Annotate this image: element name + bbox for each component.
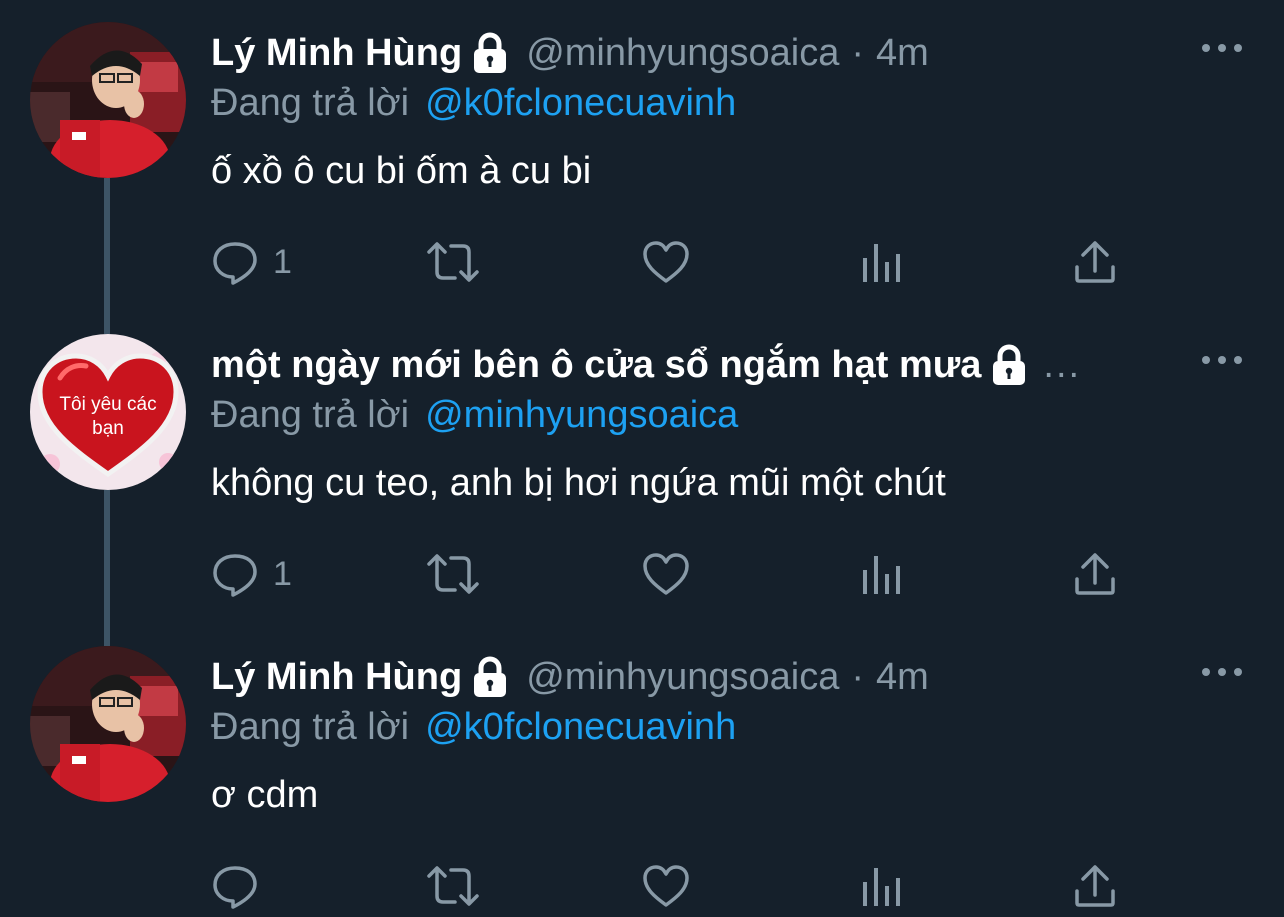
- display-name[interactable]: Lý Minh Hùng: [211, 26, 462, 80]
- timestamp[interactable]: 4m: [876, 650, 929, 704]
- share-button[interactable]: [1073, 544, 1117, 604]
- tweet[interactable]: Lý Minh Hùng @minhyungsoaica · 4m Đang t…: [0, 0, 1284, 312]
- lock-icon: [470, 656, 510, 698]
- retweet-icon: [427, 866, 479, 906]
- tweet-actions: [211, 856, 1131, 916]
- retweet-button[interactable]: [425, 544, 481, 604]
- replying-to-label: Đang trả lời: [211, 706, 410, 748]
- avatar-photo: [30, 646, 186, 802]
- retweet-button[interactable]: [425, 232, 481, 292]
- truncated-handle: ...: [1043, 344, 1082, 386]
- share-icon: [1075, 865, 1115, 907]
- analytics-icon: [863, 556, 900, 594]
- reply-icon: [213, 242, 257, 285]
- reply-button[interactable]: 1: [211, 544, 292, 604]
- replying-to-handle[interactable]: @k0fclonecuavinh: [425, 82, 736, 124]
- analytics-icon: [863, 868, 900, 906]
- retweet-icon: [427, 554, 479, 594]
- share-button[interactable]: [1073, 232, 1117, 292]
- replying-to: Đang trả lời @k0fclonecuavinh: [211, 700, 736, 754]
- avatar[interactable]: Tôi yêu các bạn: [30, 334, 186, 490]
- avatar-heart-image: Tôi yêu các bạn: [30, 334, 186, 490]
- avatar-caption-line2: bạn: [92, 418, 124, 439]
- more-options-icon[interactable]: [1200, 348, 1244, 372]
- tweet-thread: Lý Minh Hùng @minhyungsoaica · 4m Đang t…: [0, 0, 1284, 917]
- analytics-button[interactable]: [861, 232, 901, 292]
- retweet-icon: [427, 242, 479, 282]
- reply-button[interactable]: 1: [211, 232, 292, 292]
- tweet-actions: 1: [211, 544, 1131, 604]
- user-handle[interactable]: @minhyungsoaica: [526, 650, 839, 704]
- like-icon: [643, 553, 689, 595]
- lock-icon: [470, 32, 510, 74]
- replying-to-handle[interactable]: @minhyungsoaica: [425, 394, 738, 436]
- avatar-photo: [30, 22, 186, 178]
- lock-icon: [989, 344, 1029, 386]
- avatar-caption-line1: Tôi yêu các: [59, 394, 156, 415]
- like-button[interactable]: [641, 232, 691, 292]
- tweet-actions: 1: [211, 232, 1131, 292]
- tweet-text: ơ cdm: [211, 774, 319, 816]
- like-icon: [643, 865, 689, 907]
- reply-button[interactable]: [211, 856, 273, 916]
- retweet-button[interactable]: [425, 856, 481, 916]
- tweet-text: ố xồ ô cu bi ốm à cu bi: [211, 150, 592, 192]
- tweet-header: Lý Minh Hùng @minhyungsoaica · 4m: [211, 650, 929, 704]
- avatar[interactable]: [30, 22, 186, 178]
- analytics-icon: [863, 244, 900, 282]
- share-button[interactable]: [1073, 856, 1117, 916]
- tweet-header: một ngày mới bên ô cửa sổ ngắm hạt mưa .…: [211, 338, 1081, 392]
- replying-to: Đang trả lời @minhyungsoaica: [211, 388, 738, 442]
- like-button[interactable]: [641, 856, 691, 916]
- timestamp[interactable]: 4m: [876, 26, 929, 80]
- replying-to-label: Đang trả lời: [211, 394, 410, 436]
- reply-icon: [213, 866, 257, 909]
- separator-dot: ·: [851, 656, 865, 698]
- like-icon: [643, 241, 689, 283]
- tweet-header: Lý Minh Hùng @minhyungsoaica · 4m: [211, 26, 929, 80]
- display-name[interactable]: một ngày mới bên ô cửa sổ ngắm hạt mưa: [211, 338, 981, 392]
- reply-count: 1: [273, 242, 292, 281]
- analytics-button[interactable]: [861, 856, 901, 916]
- more-options-icon[interactable]: [1200, 36, 1244, 60]
- separator-dot: ·: [851, 32, 865, 74]
- more-options-icon[interactable]: [1200, 660, 1244, 684]
- analytics-button[interactable]: [861, 544, 901, 604]
- replying-to-label: Đang trả lời: [211, 82, 410, 124]
- display-name[interactable]: Lý Minh Hùng: [211, 650, 462, 704]
- avatar[interactable]: [30, 646, 186, 802]
- user-handle[interactable]: @minhyungsoaica: [526, 26, 839, 80]
- share-icon: [1075, 553, 1115, 595]
- replying-to-handle[interactable]: @k0fclonecuavinh: [425, 706, 736, 748]
- reply-icon: [213, 554, 257, 597]
- reply-count: 1: [273, 554, 292, 593]
- tweet[interactable]: Lý Minh Hùng @minhyungsoaica · 4m Đang t…: [0, 624, 1284, 917]
- tweet-text: không cu teo, anh bị hơi ngứa mũi một ch…: [211, 462, 946, 504]
- tweet[interactable]: Tôi yêu các bạn một ngày mới bên ô cửa s…: [0, 312, 1284, 624]
- share-icon: [1075, 241, 1115, 283]
- replying-to: Đang trả lời @k0fclonecuavinh: [211, 76, 736, 130]
- like-button[interactable]: [641, 544, 691, 604]
